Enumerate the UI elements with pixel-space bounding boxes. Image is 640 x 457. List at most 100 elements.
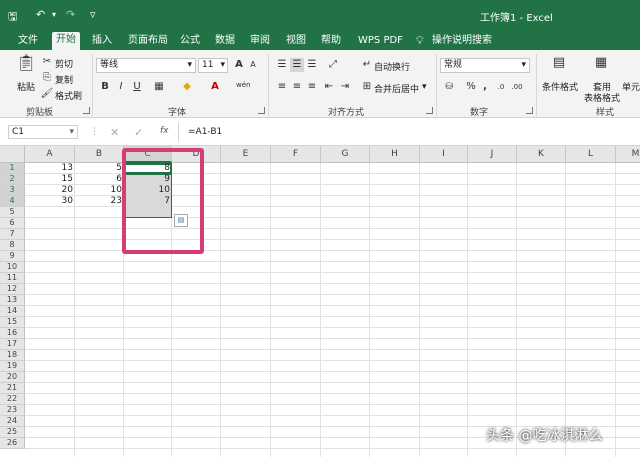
decrease-indent-icon[interactable]: ⇤	[322, 80, 336, 94]
bold-button[interactable]: B	[98, 80, 112, 94]
column-header-e[interactable]: E	[221, 146, 271, 163]
row-header-17[interactable]: 17	[0, 339, 25, 350]
column-header-b[interactable]: B	[75, 146, 124, 163]
column-header-l[interactable]: L	[566, 146, 616, 163]
row-header-18[interactable]: 18	[0, 350, 25, 361]
paste-icon[interactable]: 📋︎	[16, 55, 36, 76]
undo-dropdown-icon[interactable]: ▾	[52, 10, 56, 19]
paste-button[interactable]: 粘贴	[17, 80, 35, 93]
column-header-h[interactable]: H	[370, 146, 420, 163]
fill-color-icon[interactable]: ◆	[180, 80, 194, 94]
align-middle-icon[interactable]: ☰	[290, 58, 304, 72]
percent-button[interactable]: %	[464, 80, 478, 94]
cell-a2[interactable]: 15	[25, 174, 75, 185]
format-as-table-icon[interactable]: ▦	[592, 56, 610, 74]
row-header-15[interactable]: 15	[0, 317, 25, 328]
column-header-m[interactable]: M	[616, 146, 640, 163]
row-header-25[interactable]: 25	[0, 427, 25, 438]
insert-function-icon[interactable]: fx	[160, 126, 169, 136]
copy-button[interactable]: 复制	[55, 73, 73, 86]
cut-icon[interactable]: ✂	[40, 55, 54, 69]
tab-file[interactable]: 文件	[14, 33, 42, 50]
row-header-9[interactable]: 9	[0, 251, 25, 262]
align-center-icon[interactable]: ≡	[290, 80, 304, 94]
conditional-format-button[interactable]: 条件格式	[542, 80, 578, 93]
merge-center-button[interactable]: 合并后居中	[374, 82, 419, 95]
row-header-1[interactable]: 1	[0, 163, 25, 174]
column-header-g[interactable]: G	[321, 146, 370, 163]
row-header-14[interactable]: 14	[0, 306, 25, 317]
row-header-13[interactable]: 13	[0, 295, 25, 306]
row-header-4[interactable]: 4	[0, 196, 25, 207]
wrap-text-button[interactable]: 自动换行	[374, 60, 410, 73]
copy-icon[interactable]: ⎘	[40, 71, 54, 85]
format-painter-button[interactable]: 格式刷	[55, 89, 82, 102]
cut-button[interactable]: 剪切	[55, 57, 73, 70]
row-header-21[interactable]: 21	[0, 383, 25, 394]
row-header-26[interactable]: 26	[0, 438, 25, 449]
row-header-16[interactable]: 16	[0, 328, 25, 339]
align-left-icon[interactable]: ≡	[275, 80, 289, 94]
row-header-12[interactable]: 12	[0, 284, 25, 295]
row-header-3[interactable]: 3	[0, 185, 25, 196]
redo-icon[interactable]: ↷	[66, 8, 75, 21]
tab-insert[interactable]: 插入	[88, 33, 116, 50]
select-all-button[interactable]	[0, 146, 25, 163]
row-header-23[interactable]: 23	[0, 405, 25, 416]
row-header-8[interactable]: 8	[0, 240, 25, 251]
align-right-icon[interactable]: ≡	[305, 80, 319, 94]
phonetic-icon[interactable]: wén	[236, 78, 250, 92]
merge-dropdown-icon[interactable]: ▾	[422, 82, 427, 92]
row-header-11[interactable]: 11	[0, 273, 25, 284]
underline-button[interactable]: U	[130, 80, 144, 94]
font-color-icon[interactable]: A	[208, 80, 222, 94]
orientation-icon[interactable]: ⤢	[326, 58, 340, 72]
alignment-launcher-icon[interactable]	[426, 107, 433, 114]
row-header-20[interactable]: 20	[0, 372, 25, 383]
name-box[interactable]: C1 ▾	[8, 125, 78, 139]
font-name-select[interactable]: 等线 ▾	[96, 58, 196, 73]
tab-help[interactable]: 帮助	[317, 33, 345, 50]
number-format-select[interactable]: 常规 ▾	[440, 58, 530, 73]
tab-review[interactable]: 审阅	[246, 33, 274, 50]
worksheet-grid[interactable]: A B C D E F G H I J K L M 1 2 3 4 5 6 7 8 9 10 11 1…	[0, 146, 640, 457]
column-header-j[interactable]: J	[468, 146, 517, 163]
grow-font-icon[interactable]: A	[232, 58, 246, 72]
tab-page-layout[interactable]: 页面布局	[124, 33, 172, 50]
tab-view[interactable]: 视图	[282, 33, 310, 50]
number-launcher-icon[interactable]	[526, 107, 533, 114]
cell-b3[interactable]: 10	[75, 185, 124, 196]
column-header-a[interactable]: A	[25, 146, 75, 163]
align-top-icon[interactable]: ☰	[275, 58, 289, 72]
cell-styles-button[interactable]: 单元	[622, 80, 640, 93]
row-header-7[interactable]: 7	[0, 229, 25, 240]
format-painter-icon[interactable]: 🖌︎	[40, 87, 54, 101]
shrink-font-icon[interactable]: A	[246, 58, 260, 72]
formula-input[interactable]: =A1-B1	[188, 127, 222, 137]
currency-icon[interactable]: ⛁	[442, 80, 456, 94]
increase-indent-icon[interactable]: ⇥	[338, 80, 352, 94]
increase-decimal-icon[interactable]: .0	[494, 80, 508, 94]
tell-me-search[interactable]: 操作说明搜索	[428, 33, 496, 50]
border-icon[interactable]: ▦	[152, 80, 166, 94]
comma-button[interactable]: ,	[478, 80, 492, 94]
column-header-i[interactable]: I	[420, 146, 468, 163]
cell-b1[interactable]: 5	[75, 163, 124, 174]
row-header-2[interactable]: 2	[0, 174, 25, 185]
clipboard-launcher-icon[interactable]	[83, 107, 90, 114]
row-header-24[interactable]: 24	[0, 416, 25, 427]
column-header-k[interactable]: K	[517, 146, 566, 163]
font-size-select[interactable]: 11 ▾	[198, 58, 228, 73]
cell-b4[interactable]: 23	[75, 196, 124, 207]
font-launcher-icon[interactable]	[258, 107, 265, 114]
save-icon[interactable]: 🖫	[8, 8, 17, 27]
conditional-format-icon[interactable]: ▤	[550, 56, 568, 74]
cell-b2[interactable]: 6	[75, 174, 124, 185]
align-bottom-icon[interactable]: ☰	[305, 58, 319, 72]
row-header-5[interactable]: 5	[0, 207, 25, 218]
row-header-22[interactable]: 22	[0, 394, 25, 405]
tab-data[interactable]: 数据	[211, 33, 239, 50]
customize-qa-icon[interactable]: ▿	[90, 8, 96, 21]
cell-a3[interactable]: 20	[25, 185, 75, 196]
tab-wps-pdf[interactable]: WPS PDF	[354, 33, 407, 50]
